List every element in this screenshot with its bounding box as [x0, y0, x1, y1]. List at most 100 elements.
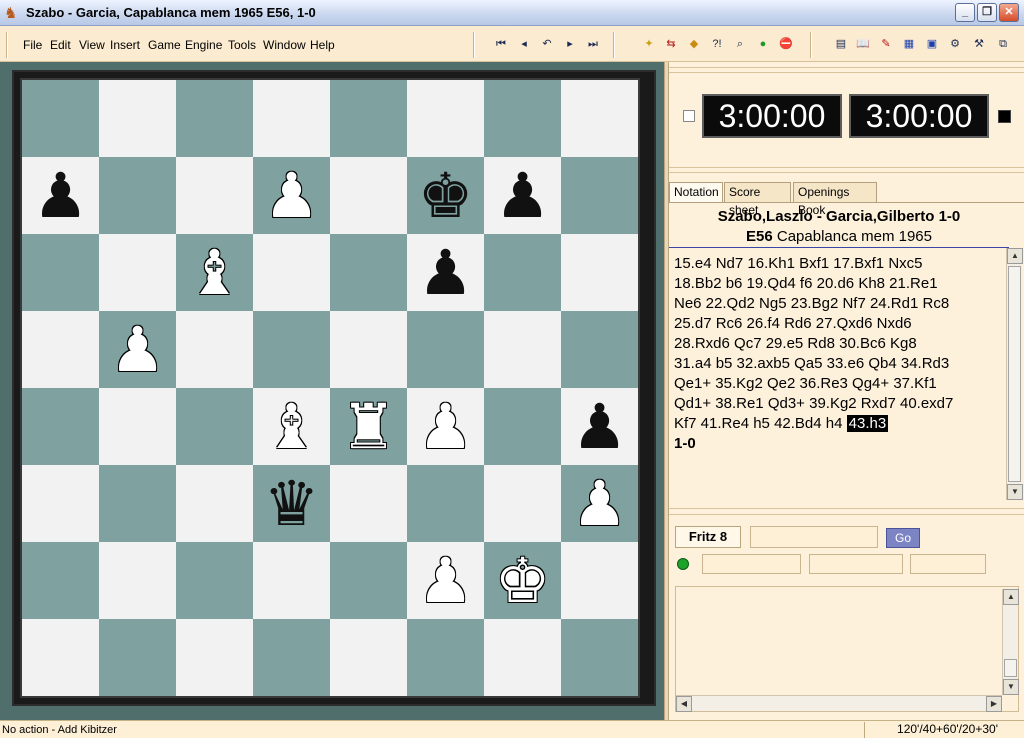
square-b5[interactable]: ♟ [99, 311, 176, 388]
restore-icon[interactable]: ❐ [977, 3, 997, 22]
white-pawn-icon[interactable]: ♟ [264, 164, 320, 227]
square-g5[interactable] [484, 311, 561, 388]
tab-notation[interactable]: Notation [669, 182, 723, 202]
square-d5[interactable] [253, 311, 330, 388]
square-g3[interactable] [484, 465, 561, 542]
engine-name[interactable]: Fritz 8 [675, 526, 741, 548]
square-c3[interactable] [176, 465, 253, 542]
square-e2[interactable] [330, 542, 407, 619]
square-a8[interactable] [22, 80, 99, 157]
square-b3[interactable] [99, 465, 176, 542]
square-b1[interactable] [99, 619, 176, 696]
square-f2[interactable]: ♟ [407, 542, 484, 619]
black-pawn-icon[interactable]: ♟ [33, 164, 89, 227]
square-a2[interactable] [22, 542, 99, 619]
move-line[interactable]: 18.Bb2 b6 19.Qd4 f6 20.d6 Kh8 21.Re1 [674, 274, 996, 294]
layout-icon[interactable]: ⧉ [994, 36, 1012, 52]
square-e1[interactable] [330, 619, 407, 696]
square-b8[interactable] [99, 80, 176, 157]
square-h4[interactable]: ♟ [561, 388, 638, 465]
square-h1[interactable] [561, 619, 638, 696]
square-c8[interactable] [176, 80, 253, 157]
square-c5[interactable] [176, 311, 253, 388]
tools-icon[interactable]: ⚒ [970, 36, 988, 52]
black-pawn-icon[interactable]: ♟ [572, 395, 628, 458]
menu-tools[interactable]: Tools [228, 38, 256, 52]
square-b2[interactable] [99, 542, 176, 619]
move-line[interactable]: Qd1+ 38.Re1 Qd3+ 39.Kg2 Rxd7 40.exd7 [674, 394, 996, 414]
current-move[interactable]: 43.h3 [846, 415, 889, 432]
next-move-icon[interactable]: ▸ [561, 36, 579, 52]
scroll-thumb[interactable] [1008, 266, 1021, 482]
menu-edit[interactable]: Edit [50, 38, 71, 52]
square-f6[interactable]: ♟ [407, 234, 484, 311]
engine-output-hscrollbar[interactable]: ◀ ▶ [676, 695, 1002, 712]
square-h8[interactable] [561, 80, 638, 157]
notation-moves[interactable]: 15.e4 Nd7 16.Kh1 Bxf1 17.Bxf1 Nxc5 18.Bb… [674, 254, 996, 454]
move-line[interactable]: 28.Rxd6 Qc7 29.e5 Rd8 30.Bc6 Kg8 [674, 334, 996, 354]
square-g2[interactable]: ♚ [484, 542, 561, 619]
clipboard-icon[interactable]: ▦ [900, 36, 918, 52]
square-f1[interactable] [407, 619, 484, 696]
square-a5[interactable] [22, 311, 99, 388]
white-bishop-icon[interactable]: ♝ [264, 395, 320, 458]
square-d4[interactable]: ♝ [253, 388, 330, 465]
analysis-icon[interactable]: ?! [708, 36, 726, 52]
flip-board-icon[interactable]: ⇆ [662, 36, 680, 52]
engine-output-scrollbar[interactable]: ▲ ▼ [1002, 589, 1019, 695]
chess-board[interactable]: ♟ ♟ ♚ ♟ ♝ ♟ ♟ ♝ ♜ ♟ ♟ ♛ ♟ ♟ ♚ [22, 80, 638, 696]
square-d8[interactable] [253, 80, 330, 157]
take-back-icon[interactable]: ↶ [538, 36, 556, 52]
square-d2[interactable] [253, 542, 330, 619]
tab-openings-book[interactable]: Openings Book [793, 182, 877, 217]
fritz-app-icon[interactable]: ♞ [4, 4, 17, 22]
black-king-icon[interactable]: ♚ [418, 164, 474, 227]
accept-icon[interactable]: ● [754, 36, 772, 52]
move-text[interactable]: Kf7 41.Re4 h5 42.Bd4 h4 [674, 415, 847, 432]
close-icon[interactable]: ✕ [999, 3, 1019, 22]
square-a3[interactable] [22, 465, 99, 542]
white-rook-icon[interactable]: ♜ [341, 395, 397, 458]
square-f7[interactable]: ♚ [407, 157, 484, 234]
square-e8[interactable] [330, 80, 407, 157]
black-queen-icon[interactable]: ♛ [264, 472, 320, 535]
square-b6[interactable] [99, 234, 176, 311]
move-line[interactable]: 25.d7 Rc6 26.f4 Rd6 27.Qxd6 Nxd6 [674, 314, 996, 334]
square-g6[interactable] [484, 234, 561, 311]
square-f5[interactable] [407, 311, 484, 388]
board-window-icon[interactable]: ▣ [923, 36, 941, 52]
clock-white-indicator[interactable] [683, 110, 695, 122]
scroll-down-icon[interactable]: ▼ [1003, 679, 1019, 695]
square-h5[interactable] [561, 311, 638, 388]
square-e4[interactable]: ♜ [330, 388, 407, 465]
engine-window-icon[interactable]: ⚙ [946, 36, 964, 52]
menu-file[interactable]: File [23, 38, 42, 52]
square-c4[interactable] [176, 388, 253, 465]
square-e5[interactable] [330, 311, 407, 388]
white-king-icon[interactable]: ♚ [495, 549, 551, 612]
white-bishop-icon[interactable]: ♝ [187, 241, 243, 304]
menu-help[interactable]: Help [310, 38, 335, 52]
white-pawn-icon[interactable]: ♟ [572, 472, 628, 535]
square-g8[interactable] [484, 80, 561, 157]
menu-window[interactable]: Window [263, 38, 306, 52]
notation-scrollbar[interactable]: ▲ ▼ [1006, 248, 1023, 500]
square-d1[interactable] [253, 619, 330, 696]
scroll-left-icon[interactable]: ◀ [676, 696, 692, 712]
scroll-right-icon[interactable]: ▶ [986, 696, 1002, 712]
square-a7[interactable]: ♟ [22, 157, 99, 234]
square-c6[interactable]: ♝ [176, 234, 253, 311]
square-e7[interactable] [330, 157, 407, 234]
stop-icon[interactable]: ⛔ [777, 36, 795, 52]
square-g1[interactable] [484, 619, 561, 696]
white-pawn-icon[interactable]: ♟ [110, 318, 166, 381]
scroll-up-icon[interactable]: ▲ [1003, 589, 1019, 605]
database-icon[interactable]: ▤ [832, 36, 850, 52]
square-e3[interactable] [330, 465, 407, 542]
square-a1[interactable] [22, 619, 99, 696]
move-line[interactable]: Ne6 22.Qd2 Ng5 23.Bg2 Nf7 24.Rd1 Rc8 [674, 294, 996, 314]
white-pawn-icon[interactable]: ♟ [418, 549, 474, 612]
engine-output-area[interactable]: ▲ ▼ ◀ ▶ [675, 586, 1019, 712]
square-b4[interactable] [99, 388, 176, 465]
square-e6[interactable] [330, 234, 407, 311]
